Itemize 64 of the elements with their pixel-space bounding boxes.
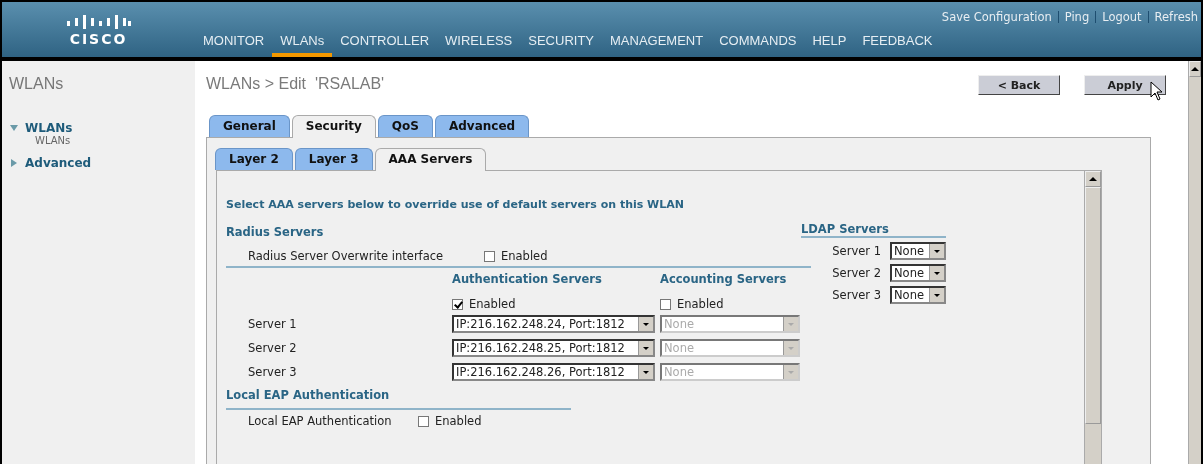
logo-text: CISCO <box>69 31 128 47</box>
field-label: Radius Server Overwrite interface <box>248 249 445 263</box>
sidebar-item[interactable]: WLANs <box>25 121 73 135</box>
section-heading: Local EAP Authentication <box>226 388 391 402</box>
nav-menu-item[interactable]: WLANs <box>272 33 333 57</box>
tab[interactable]: Layer 2 <box>215 148 293 170</box>
nav-menu-item[interactable]: HELP <box>804 33 855 57</box>
mouse-pointer-icon <box>1150 81 1164 101</box>
field-label: Local EAP Authentication <box>248 414 393 428</box>
checkbox[interactable] <box>484 251 495 262</box>
header-link[interactable]: Save Configuration <box>941 10 1052 24</box>
field-label: Server 2 <box>832 266 881 280</box>
server-dropdown[interactable]: IP:216.162.248.25, Port:1812 <box>452 339 655 357</box>
section-heading: Radius Servers <box>226 225 325 239</box>
expanded-triangle-icon[interactable] <box>10 124 18 132</box>
tab[interactable]: QoS <box>377 115 433 137</box>
header-link[interactable]: Refresh <box>1154 10 1198 24</box>
tab[interactable]: AAA Servers <box>374 148 487 171</box>
instruction-text: Select AAA servers below to override use of default servers on this WLAN <box>226 198 685 211</box>
sidebar-title: WLANs <box>8 74 65 93</box>
header-link[interactable]: Ping <box>1064 10 1090 24</box>
column-heading: Accounting Servers <box>660 272 788 288</box>
server-dropdown[interactable]: None <box>890 286 946 304</box>
field-label: Server 2 <box>248 340 298 357</box>
nav-menu-item[interactable]: MONITOR <box>195 33 273 57</box>
checkbox[interactable] <box>660 299 671 310</box>
nav-menu-item[interactable]: CONTROLLER <box>332 33 438 57</box>
header-link[interactable]: Logout <box>1102 10 1142 24</box>
field-label: Server 3 <box>832 288 881 302</box>
server-dropdown[interactable]: IP:216.162.248.26, Port:1812 <box>452 363 655 381</box>
tab[interactable]: Security <box>291 115 376 138</box>
action-button[interactable]: < Back <box>978 75 1060 95</box>
field-label: Server 1 <box>248 316 298 333</box>
checkbox-label: Enabled <box>469 298 516 310</box>
field-label: Server 3 <box>248 364 298 381</box>
nav-menu-item[interactable]: COMMANDS <box>711 33 805 57</box>
field-label: Server 1 <box>832 244 881 258</box>
nav-menu-item[interactable]: SECURITY <box>520 33 602 57</box>
nav-menu-item[interactable]: MANAGEMENT <box>602 33 712 57</box>
tab[interactable]: Layer 3 <box>294 148 373 170</box>
page-title: WLANs > Edit 'RSALAB' <box>206 75 385 93</box>
checkbox-label: Enabled <box>677 298 724 310</box>
column-heading: Authentication Servers <box>452 272 603 288</box>
scrollbar[interactable] <box>1084 171 1101 464</box>
checkbox[interactable] <box>418 416 429 427</box>
scrollbar-thumb[interactable] <box>1085 187 1101 424</box>
scroll-up-icon[interactable] <box>1189 61 1201 77</box>
server-dropdown[interactable]: None <box>890 264 946 282</box>
scrollbar[interactable] <box>1188 61 1201 464</box>
nav-menu-item[interactable]: WIRELESS <box>437 33 521 57</box>
sidebar-subitem[interactable]: WLANs <box>10 135 195 146</box>
checkbox[interactable] <box>452 299 463 310</box>
sidebar-item[interactable]: Advanced <box>25 156 92 170</box>
checkbox-label: Enabled <box>435 415 482 427</box>
section-heading: LDAP Servers <box>801 222 890 236</box>
collapsed-triangle-icon[interactable] <box>10 159 18 167</box>
tab[interactable]: General <box>209 115 290 137</box>
logo-bars-icon <box>65 14 132 29</box>
tab[interactable]: Advanced <box>434 115 530 137</box>
scroll-up-icon[interactable] <box>1085 171 1101 187</box>
server-dropdown[interactable]: IP:216.162.248.24, Port:1812 <box>452 315 655 333</box>
server-dropdown[interactable]: None <box>890 242 946 260</box>
checkbox-label: Enabled <box>501 250 548 262</box>
nav-menu-item[interactable]: FEEDBACK <box>854 33 941 57</box>
